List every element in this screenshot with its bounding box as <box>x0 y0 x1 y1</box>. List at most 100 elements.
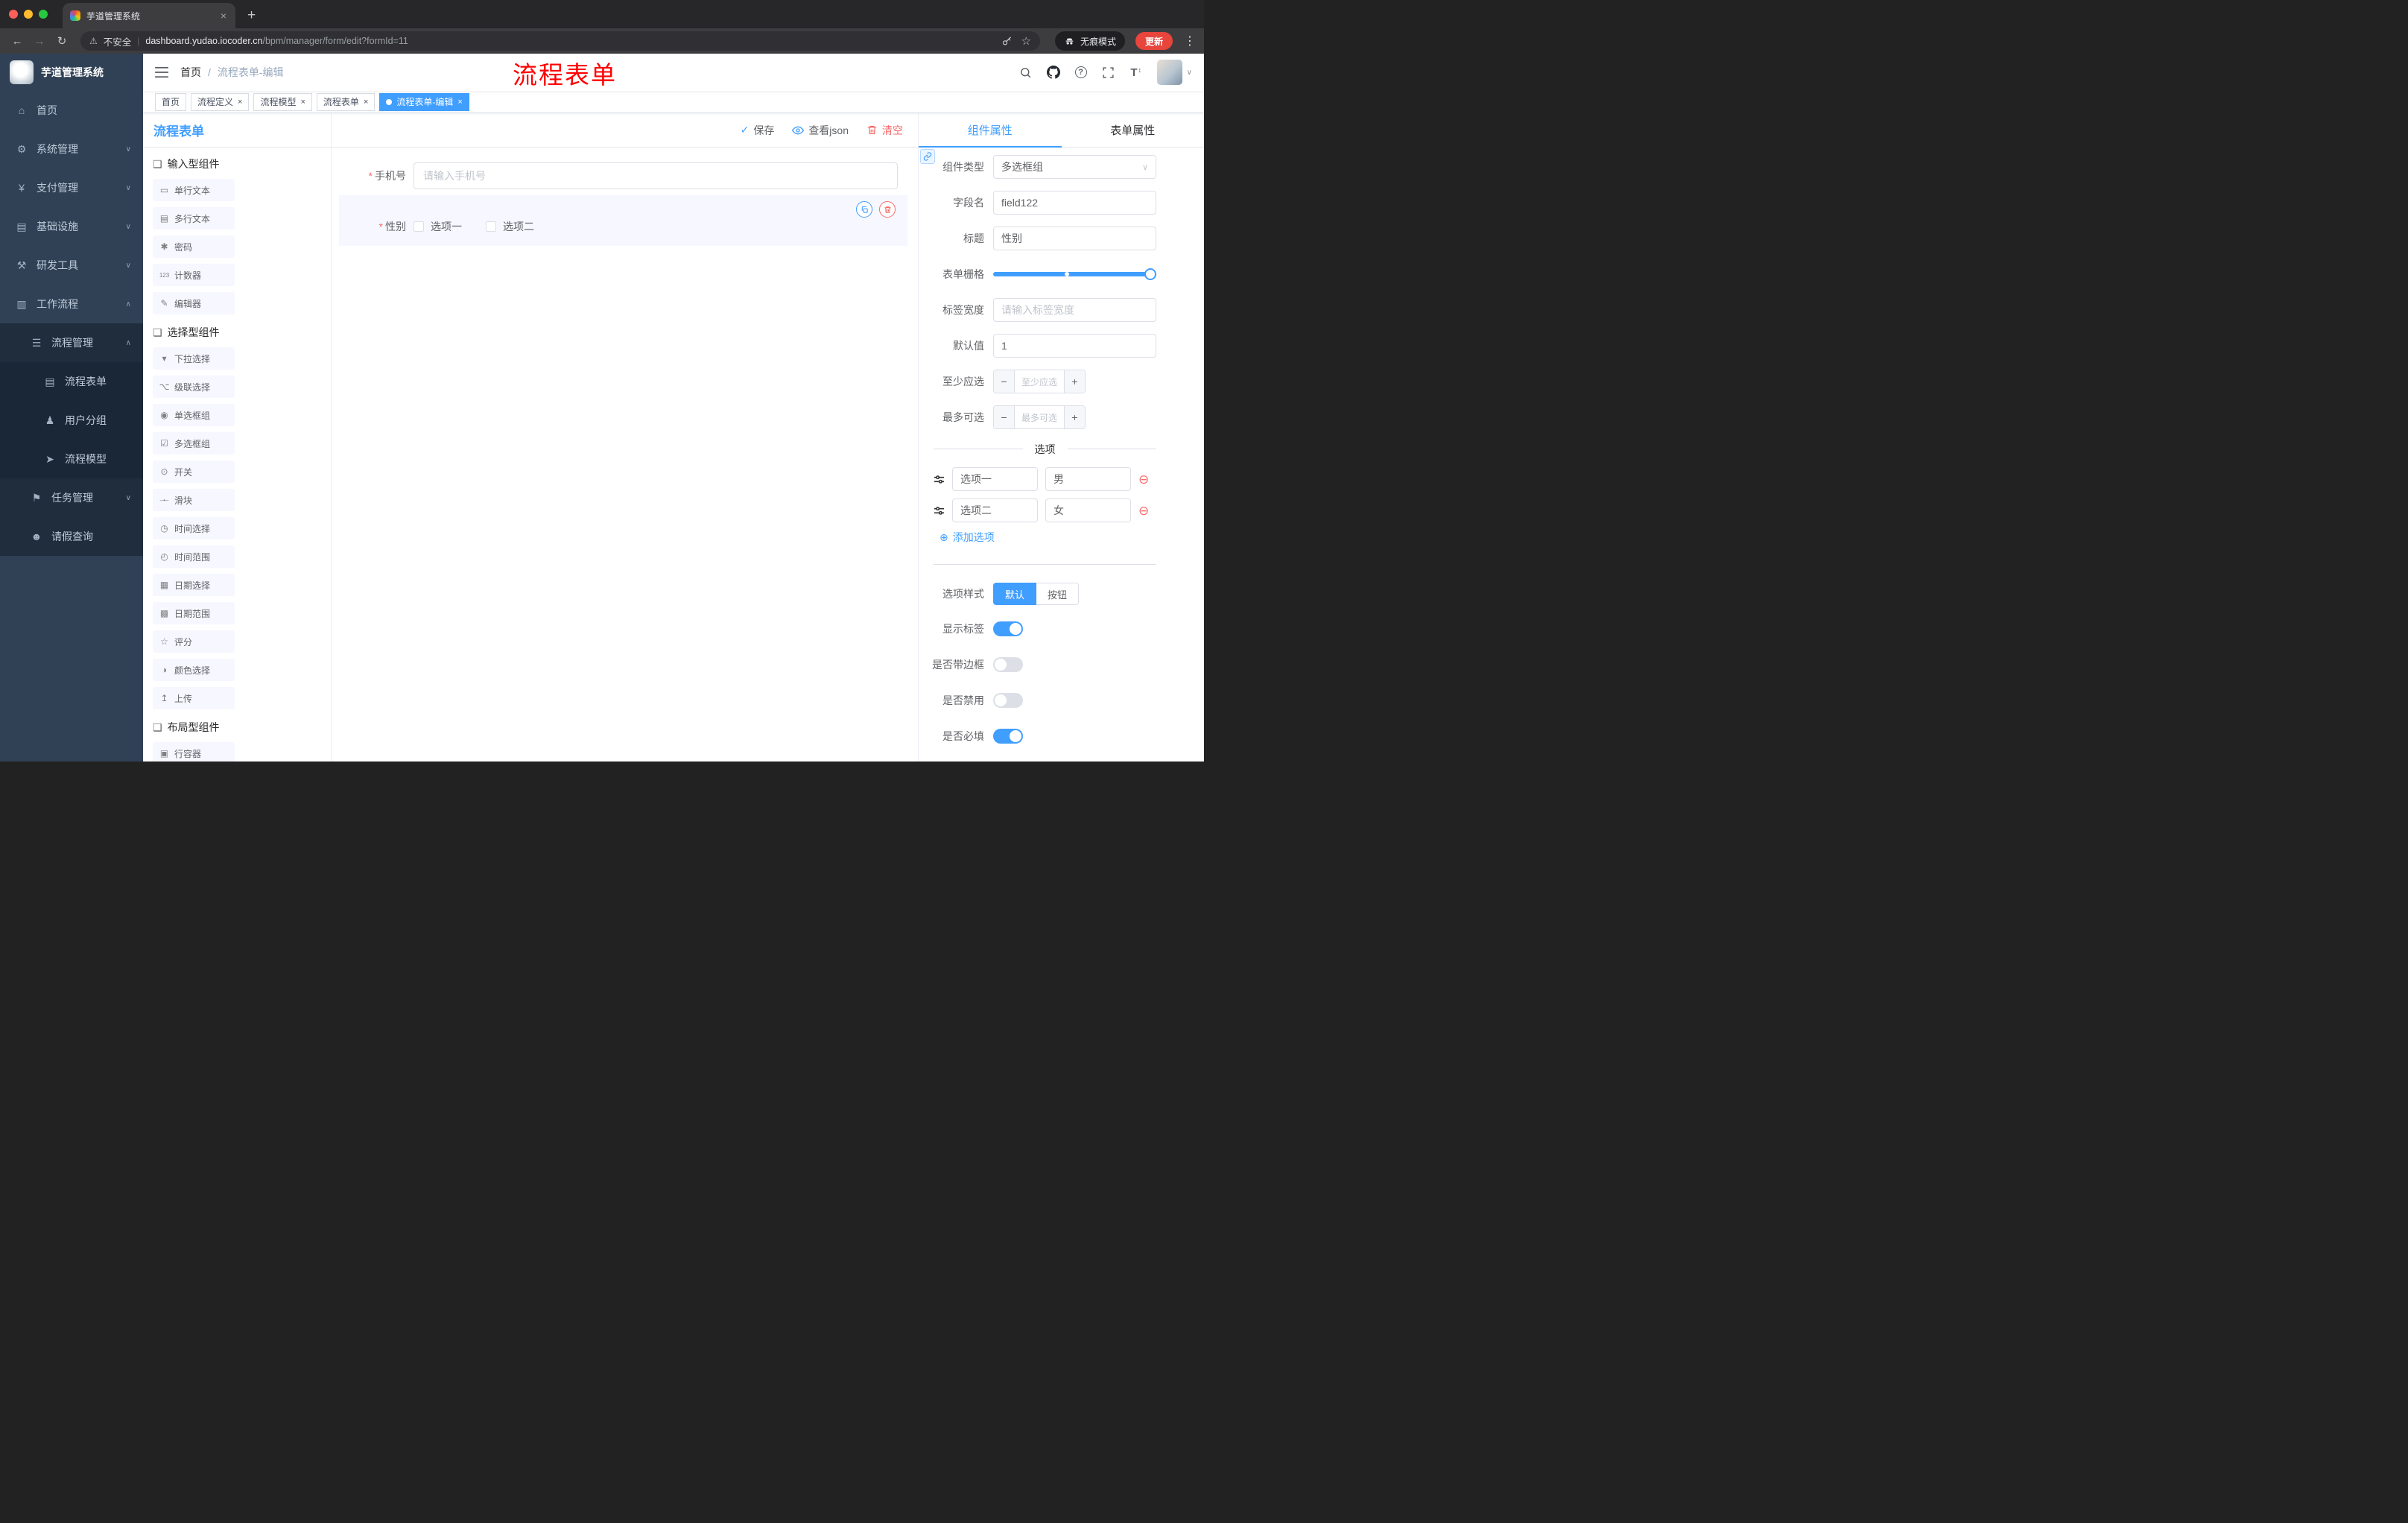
palette-item-single-line-text[interactable]: ▭ 单行文本 <box>153 179 235 201</box>
disabled-toggle[interactable] <box>993 693 1023 708</box>
palette-item-row-container[interactable]: ▣ 行容器 <box>153 742 235 762</box>
forward-button[interactable]: → <box>30 35 49 48</box>
close-icon[interactable]: × <box>364 98 368 107</box>
palette-item-select[interactable]: ▾ 下拉选择 <box>153 347 235 370</box>
close-icon[interactable]: × <box>300 98 305 107</box>
clear-button[interactable]: 清空 <box>866 123 903 138</box>
link-icon[interactable] <box>920 149 935 164</box>
sidebar-logo[interactable]: 芋道管理系统 <box>0 54 143 91</box>
sidebar-item-workflow[interactable]: ▥ 工作流程 ∧ <box>0 285 143 323</box>
update-button[interactable]: 更新 <box>1135 32 1173 50</box>
tab-form-props[interactable]: 表单属性 <box>1062 113 1205 147</box>
tag-home[interactable]: 首页 <box>155 92 187 111</box>
font-size-icon[interactable]: T ↕ <box>1129 65 1144 80</box>
max-select-value[interactable]: 最多可选 <box>1015 406 1064 428</box>
style-button-button[interactable]: 按钮 <box>1036 583 1080 605</box>
label-width-input[interactable] <box>993 298 1156 322</box>
palette-item-slider[interactable]: ‒•‒ 滑块 <box>153 489 235 511</box>
palette-item-rate[interactable]: ☆ 评分 <box>153 630 235 653</box>
gender-widget-selected[interactable]: * 性别 选项一 选项二 <box>339 195 907 246</box>
sidebar-item-process-mgmt[interactable]: ☰ 流程管理 ∧ <box>0 323 143 362</box>
fullscreen-icon[interactable] <box>1101 65 1116 80</box>
sidebar-item-home[interactable]: ⌂ 首页 <box>0 91 143 130</box>
palette-item-upload[interactable]: ↥ 上传 <box>153 687 235 709</box>
palette-item-password[interactable]: ✱ 密码 <box>153 235 235 258</box>
tag-process-model[interactable]: 流程模型 × <box>253 92 312 111</box>
checkbox-option-2[interactable]: 选项二 <box>486 219 534 234</box>
decrease-icon[interactable]: − <box>994 406 1015 428</box>
palette-item-color-picker[interactable]: ◑ 颜色选择 <box>153 659 235 681</box>
security-warning-icon[interactable]: ⚠ <box>89 36 98 46</box>
palette-item-date-range[interactable]: ▩ 日期范围 <box>153 602 235 624</box>
github-icon[interactable] <box>1046 65 1061 80</box>
palette-item-switch[interactable]: ⊙ 开关 <box>153 460 235 483</box>
sidebar-item-task-mgmt[interactable]: ⚑ 任务管理 ∨ <box>0 478 143 517</box>
border-toggle[interactable] <box>993 657 1023 672</box>
hamburger-icon[interactable] <box>155 66 168 78</box>
view-json-button[interactable]: 查看json <box>792 123 849 138</box>
browser-menu-icon[interactable]: ⋮ <box>1183 34 1197 48</box>
min-select-value[interactable]: 至少应选 <box>1015 370 1064 393</box>
default-value-input[interactable] <box>993 334 1156 358</box>
increase-icon[interactable]: + <box>1064 406 1085 428</box>
checkbox-option-1[interactable]: 选项一 <box>414 219 462 234</box>
help-icon[interactable]: ? <box>1074 65 1089 80</box>
search-icon[interactable] <box>1018 65 1033 80</box>
password-key-icon[interactable] <box>1001 36 1013 47</box>
form-grid-slider[interactable] <box>993 262 1156 286</box>
remove-option-icon[interactable]: ⊖ <box>1138 504 1149 517</box>
drag-handle-icon[interactable] <box>934 505 945 516</box>
breadcrumb-home[interactable]: 首页 <box>180 65 201 80</box>
option-value-input[interactable] <box>1045 467 1131 491</box>
palette-item-checkbox-group[interactable]: ☑ 多选框组 <box>153 432 235 455</box>
sidebar-item-leave-query[interactable]: ☻ 请假查询 <box>0 517 143 556</box>
increase-icon[interactable]: + <box>1064 370 1085 393</box>
slider-handle[interactable] <box>1144 268 1156 280</box>
copy-widget-button[interactable] <box>856 201 872 218</box>
option-name-input[interactable] <box>952 498 1038 522</box>
option-name-input[interactable] <box>952 467 1038 491</box>
delete-widget-button[interactable] <box>879 201 896 218</box>
required-toggle[interactable] <box>993 729 1023 744</box>
close-window-button[interactable] <box>9 10 18 19</box>
sidebar-item-process-form[interactable]: ▤ 流程表单 <box>0 362 143 401</box>
sidebar-item-dev-tools[interactable]: ⚒ 研发工具 ∨ <box>0 246 143 285</box>
decrease-icon[interactable]: − <box>994 370 1015 393</box>
palette-item-radio-group[interactable]: ◉ 单选框组 <box>153 404 235 426</box>
reload-button[interactable]: ↻ <box>52 34 72 48</box>
save-button[interactable]: ✓ 保存 <box>741 123 775 138</box>
avatar[interactable] <box>1156 60 1182 85</box>
sidebar-item-system-mgmt[interactable]: ⚙ 系统管理 ∨ <box>0 130 143 168</box>
palette-item-counter[interactable]: 123 计数器 <box>153 264 235 286</box>
field-name-input[interactable] <box>993 191 1156 215</box>
close-icon[interactable]: × <box>238 98 242 107</box>
tag-process-definition[interactable]: 流程定义 × <box>191 92 250 111</box>
palette-item-time-picker[interactable]: ◷ 时间选择 <box>153 517 235 539</box>
tab-component-props[interactable]: 组件属性 <box>919 113 1062 148</box>
show-label-toggle[interactable] <box>993 621 1023 636</box>
new-tab-button[interactable]: + <box>247 7 256 24</box>
palette-item-date-picker[interactable]: ▦ 日期选择 <box>153 574 235 596</box>
bookmark-star-icon[interactable]: ☆ <box>1021 34 1031 48</box>
chevron-down-icon[interactable]: ∨ <box>1187 69 1192 77</box>
sidebar-item-process-model[interactable]: ➤ 流程模型 <box>0 440 143 478</box>
palette-item-multi-line-text[interactable]: ▤ 多行文本 <box>153 207 235 229</box>
tag-process-form-edit[interactable]: 流程表单-编辑 × <box>379 92 469 111</box>
zoom-window-button[interactable] <box>39 10 48 19</box>
option-value-input[interactable] <box>1045 498 1131 522</box>
tag-process-form[interactable]: 流程表单 × <box>316 92 376 111</box>
browser-tab[interactable]: 芋道管理系统 × <box>63 3 235 28</box>
phone-input[interactable] <box>414 162 898 189</box>
sidebar-item-infrastructure[interactable]: ▤ 基础设施 ∨ <box>0 207 143 246</box>
palette-item-cascader[interactable]: ⌥ 级联选择 <box>153 376 235 398</box>
style-default-button[interactable]: 默认 <box>993 583 1037 605</box>
back-button[interactable]: ← <box>7 35 27 48</box>
phone-field-row[interactable]: * 手机号 <box>339 156 907 195</box>
address-bar[interactable]: ⚠ 不安全 | dashboard.yudao.iocoder.cn/bpm/m… <box>80 31 1040 51</box>
palette-item-time-range[interactable]: ◴ 时间范围 <box>153 545 235 568</box>
component-type-select[interactable]: 多选框组 ∨ <box>993 155 1156 179</box>
add-option-button[interactable]: ⊕ 添加选项 <box>940 530 1156 545</box>
close-icon[interactable]: × <box>457 98 462 107</box>
sidebar-item-user-group[interactable]: ♟ 用户分组 <box>0 401 143 440</box>
remove-option-icon[interactable]: ⊖ <box>1138 473 1149 486</box>
